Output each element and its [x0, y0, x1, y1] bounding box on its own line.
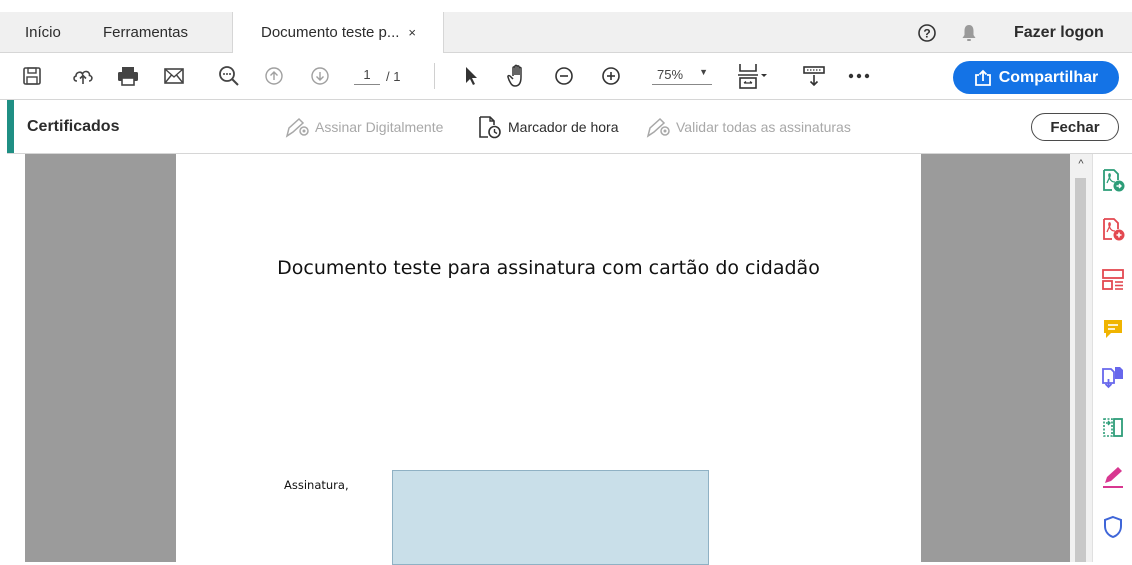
share-icon	[974, 69, 991, 86]
validate-signatures-button[interactable]: Validar todas as assinaturas	[645, 100, 851, 153]
fit-page-icon	[738, 64, 767, 89]
viewer-background-right	[921, 154, 1070, 562]
tab-bar: Início Ferramentas Documento teste p... …	[0, 12, 1132, 53]
vertical-scrollbar[interactable]: ^	[1070, 154, 1092, 562]
sign-digitally-button[interactable]: Assinar Digitalmente	[284, 100, 443, 153]
more-icon	[848, 73, 870, 79]
print-button[interactable]	[115, 53, 141, 99]
tools-panel	[1092, 154, 1132, 562]
upload-cloud-icon	[73, 70, 93, 84]
tab-document[interactable]: Documento teste p... ×	[232, 12, 444, 53]
login-button[interactable]: Fazer logon	[1014, 12, 1104, 53]
timestamp-icon	[479, 115, 501, 138]
next-page-button[interactable]	[309, 53, 331, 99]
notifications-button[interactable]	[961, 12, 977, 53]
timestamp-button[interactable]: Marcador de hora	[477, 100, 619, 153]
search-icon	[219, 66, 239, 86]
select-pointer-icon	[466, 67, 477, 85]
scrollbar-thumb[interactable]	[1075, 178, 1086, 562]
signature-field[interactable]	[392, 470, 709, 565]
organize-pages-icon[interactable]	[1101, 415, 1125, 439]
tab-home-label: Início	[25, 24, 61, 41]
document-page: Documento teste para assinatura com cart…	[176, 154, 921, 565]
tab-tools[interactable]: Ferramentas	[103, 12, 188, 53]
more-tools-button[interactable]	[846, 53, 872, 99]
bell-icon	[962, 24, 976, 41]
next-page-icon	[311, 67, 329, 85]
certificates-toolbar: Certificados Assinar Digitalmente Marcad…	[7, 100, 1132, 154]
tab-home[interactable]: Início	[25, 12, 61, 53]
tab-document-label: Documento teste p...	[261, 24, 400, 41]
prev-page-icon	[265, 67, 283, 85]
zoom-in-icon	[602, 67, 620, 85]
prev-page-button[interactable]	[263, 53, 285, 99]
left-edge	[0, 100, 7, 562]
window-top-strip	[0, 0, 1132, 12]
scroll-mode-button[interactable]	[800, 53, 828, 99]
email-icon	[164, 68, 184, 84]
edit-pdf-icon[interactable]	[1101, 267, 1125, 291]
protect-icon[interactable]	[1101, 515, 1125, 539]
save-icon	[23, 67, 41, 85]
share-button[interactable]: Compartilhar	[953, 61, 1119, 94]
save-button[interactable]	[20, 53, 44, 99]
zoom-out-button[interactable]	[553, 53, 575, 99]
help-circle-icon: ?	[918, 23, 936, 42]
validate-signatures-label: Validar todas as assinaturas	[676, 118, 851, 135]
page-total: / 1	[386, 68, 401, 84]
create-pdf-icon[interactable]	[1101, 217, 1125, 241]
scroll-up-icon[interactable]: ^	[1074, 158, 1088, 172]
page-number-input[interactable]: 1	[354, 67, 380, 85]
print-icon	[118, 67, 138, 86]
upload-button[interactable]	[70, 53, 96, 99]
pen-sign-icon	[285, 117, 309, 138]
page-navigator: 1 / 1	[354, 53, 400, 99]
login-label: Fazer logon	[1014, 23, 1104, 41]
timestamp-label: Marcador de hora	[508, 118, 619, 135]
share-label: Compartilhar	[998, 68, 1099, 86]
certificates-accent-bar	[7, 100, 14, 153]
chevron-down-icon: ▼	[699, 67, 708, 77]
scroll-mode-icon	[803, 66, 825, 87]
hand-icon	[507, 64, 522, 87]
email-button[interactable]	[162, 53, 186, 99]
viewer-background-left	[25, 154, 176, 562]
fit-page-button[interactable]	[737, 53, 769, 99]
main-toolbar: 1 / 1 75% ▼ Compartilhar	[0, 53, 1132, 100]
comment-icon[interactable]	[1101, 317, 1125, 341]
zoom-value: 75%	[657, 67, 684, 82]
validate-pen-icon	[646, 117, 670, 138]
search-button[interactable]	[216, 53, 242, 99]
zoom-out-icon	[555, 67, 573, 85]
document-title: Documento teste para assinatura com cart…	[277, 257, 820, 279]
toolbar-divider	[433, 53, 435, 99]
svg-text:?: ?	[923, 26, 930, 40]
zoom-select[interactable]: 75% ▼	[652, 53, 718, 99]
tab-tools-label: Ferramentas	[103, 24, 189, 41]
combine-files-icon[interactable]	[1101, 365, 1125, 389]
select-tool-button[interactable]	[461, 53, 481, 99]
zoom-in-button[interactable]	[600, 53, 622, 99]
close-label: Fechar	[1050, 118, 1100, 136]
export-pdf-icon[interactable]	[1101, 168, 1125, 192]
tab-close-icon[interactable]: ×	[408, 25, 416, 40]
certificates-title: Certificados	[27, 117, 120, 135]
help-button[interactable]: ?	[917, 12, 937, 53]
signature-label: Assinatura,	[284, 478, 349, 492]
sign-digitally-label: Assinar Digitalmente	[315, 118, 444, 135]
hand-tool-button[interactable]	[505, 53, 531, 99]
fill-sign-icon[interactable]	[1101, 465, 1125, 489]
close-certificates-button[interactable]: Fechar	[1031, 113, 1119, 141]
